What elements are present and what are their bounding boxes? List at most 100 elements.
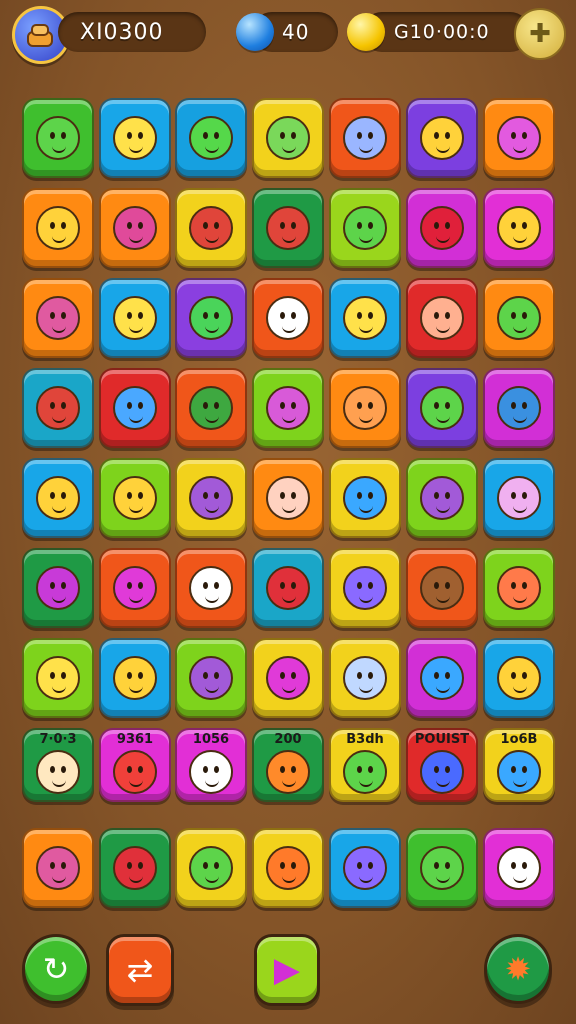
coin-counter: G10·00:0	[362, 12, 530, 52]
shuffle-button[interactable]: ⇄	[106, 934, 174, 1006]
game-tile[interactable]	[99, 98, 171, 178]
score-display: XI0300	[58, 12, 206, 52]
game-tile[interactable]	[22, 98, 94, 178]
game-tile[interactable]	[406, 188, 478, 268]
game-tile[interactable]: 200	[252, 728, 324, 802]
character-face-icon	[343, 296, 387, 340]
game-tile[interactable]	[252, 188, 324, 268]
character-face-icon	[36, 656, 80, 700]
game-tile[interactable]	[252, 98, 324, 178]
game-tile[interactable]	[483, 638, 555, 718]
character-face-icon	[266, 656, 310, 700]
game-tile[interactable]	[99, 278, 171, 358]
game-tile[interactable]	[483, 458, 555, 538]
game-tile[interactable]	[22, 368, 94, 448]
game-tile[interactable]	[406, 548, 478, 628]
character-face-icon	[497, 476, 541, 520]
character-face-icon	[420, 386, 464, 430]
game-tile[interactable]: 1056	[175, 728, 247, 802]
gold-coin-icon	[347, 13, 385, 51]
game-tile[interactable]	[252, 368, 324, 448]
character-face-icon	[189, 656, 233, 700]
game-tile[interactable]	[483, 828, 555, 908]
character-face-icon	[189, 296, 233, 340]
game-tile[interactable]	[22, 548, 94, 628]
game-tile[interactable]	[406, 638, 478, 718]
game-tile[interactable]	[175, 638, 247, 718]
game-tile[interactable]	[252, 828, 324, 908]
game-tile[interactable]	[483, 98, 555, 178]
game-tile[interactable]	[483, 188, 555, 268]
game-tile[interactable]	[99, 828, 171, 908]
game-tile[interactable]: 7·0·3	[22, 728, 94, 802]
game-tile[interactable]	[329, 638, 401, 718]
character-face-icon	[420, 750, 464, 794]
play-button[interactable]: ▶	[254, 934, 320, 1006]
tile-label: 7·0·3	[39, 732, 77, 747]
game-tile[interactable]	[175, 458, 247, 538]
character-face-icon	[343, 846, 387, 890]
character-face-icon	[113, 116, 157, 160]
game-tile[interactable]	[175, 828, 247, 908]
game-tile[interactable]	[329, 368, 401, 448]
game-tile[interactable]	[329, 548, 401, 628]
game-tile[interactable]	[329, 188, 401, 268]
game-tile[interactable]	[406, 368, 478, 448]
game-tile[interactable]	[329, 828, 401, 908]
game-tile[interactable]: 9361	[99, 728, 171, 802]
character-face-icon	[497, 296, 541, 340]
gear-icon: ✹	[504, 950, 532, 988]
game-tile[interactable]	[175, 98, 247, 178]
settings-button[interactable]: ✹	[484, 934, 552, 1004]
game-tile[interactable]	[99, 188, 171, 268]
game-tile[interactable]	[99, 638, 171, 718]
character-face-icon	[343, 476, 387, 520]
character-face-icon	[420, 296, 464, 340]
game-tile[interactable]	[406, 458, 478, 538]
character-face-icon	[113, 476, 157, 520]
puzzle-piece-icon[interactable]: ✚	[514, 8, 566, 60]
game-tile[interactable]	[175, 548, 247, 628]
character-face-icon	[36, 750, 80, 794]
character-face-icon	[113, 386, 157, 430]
game-tile[interactable]	[175, 368, 247, 448]
character-face-icon	[420, 656, 464, 700]
character-face-icon	[420, 476, 464, 520]
game-tile[interactable]: B3dh	[329, 728, 401, 802]
game-tile[interactable]	[483, 278, 555, 358]
game-tile[interactable]	[22, 458, 94, 538]
game-tile[interactable]	[329, 278, 401, 358]
character-face-icon	[497, 846, 541, 890]
game-tile[interactable]	[22, 828, 94, 908]
game-tile[interactable]	[329, 458, 401, 538]
character-face-icon	[497, 116, 541, 160]
game-tile[interactable]	[99, 548, 171, 628]
game-tile[interactable]	[22, 188, 94, 268]
tile-label: 1056	[192, 732, 230, 747]
character-face-icon	[189, 846, 233, 890]
game-tile[interactable]	[483, 548, 555, 628]
game-tile[interactable]	[99, 458, 171, 538]
game-tile[interactable]	[99, 368, 171, 448]
game-tile[interactable]	[22, 278, 94, 358]
character-face-icon	[36, 476, 80, 520]
game-tile[interactable]	[175, 188, 247, 268]
game-tile[interactable]	[252, 278, 324, 358]
restart-button[interactable]: ↻	[22, 934, 90, 1004]
character-face-icon	[420, 846, 464, 890]
game-tile[interactable]: POUIST	[406, 728, 478, 802]
game-tile[interactable]	[252, 638, 324, 718]
gem-count: 40	[282, 20, 310, 44]
character-face-icon	[189, 476, 233, 520]
game-tile[interactable]	[252, 548, 324, 628]
character-face-icon	[420, 116, 464, 160]
game-tile[interactable]	[406, 828, 478, 908]
game-tile[interactable]	[406, 98, 478, 178]
game-tile[interactable]	[483, 368, 555, 448]
game-tile[interactable]	[175, 278, 247, 358]
game-tile[interactable]	[252, 458, 324, 538]
game-tile[interactable]	[406, 278, 478, 358]
game-tile[interactable]: 1o6B	[483, 728, 555, 802]
game-tile[interactable]	[329, 98, 401, 178]
game-tile[interactable]	[22, 638, 94, 718]
